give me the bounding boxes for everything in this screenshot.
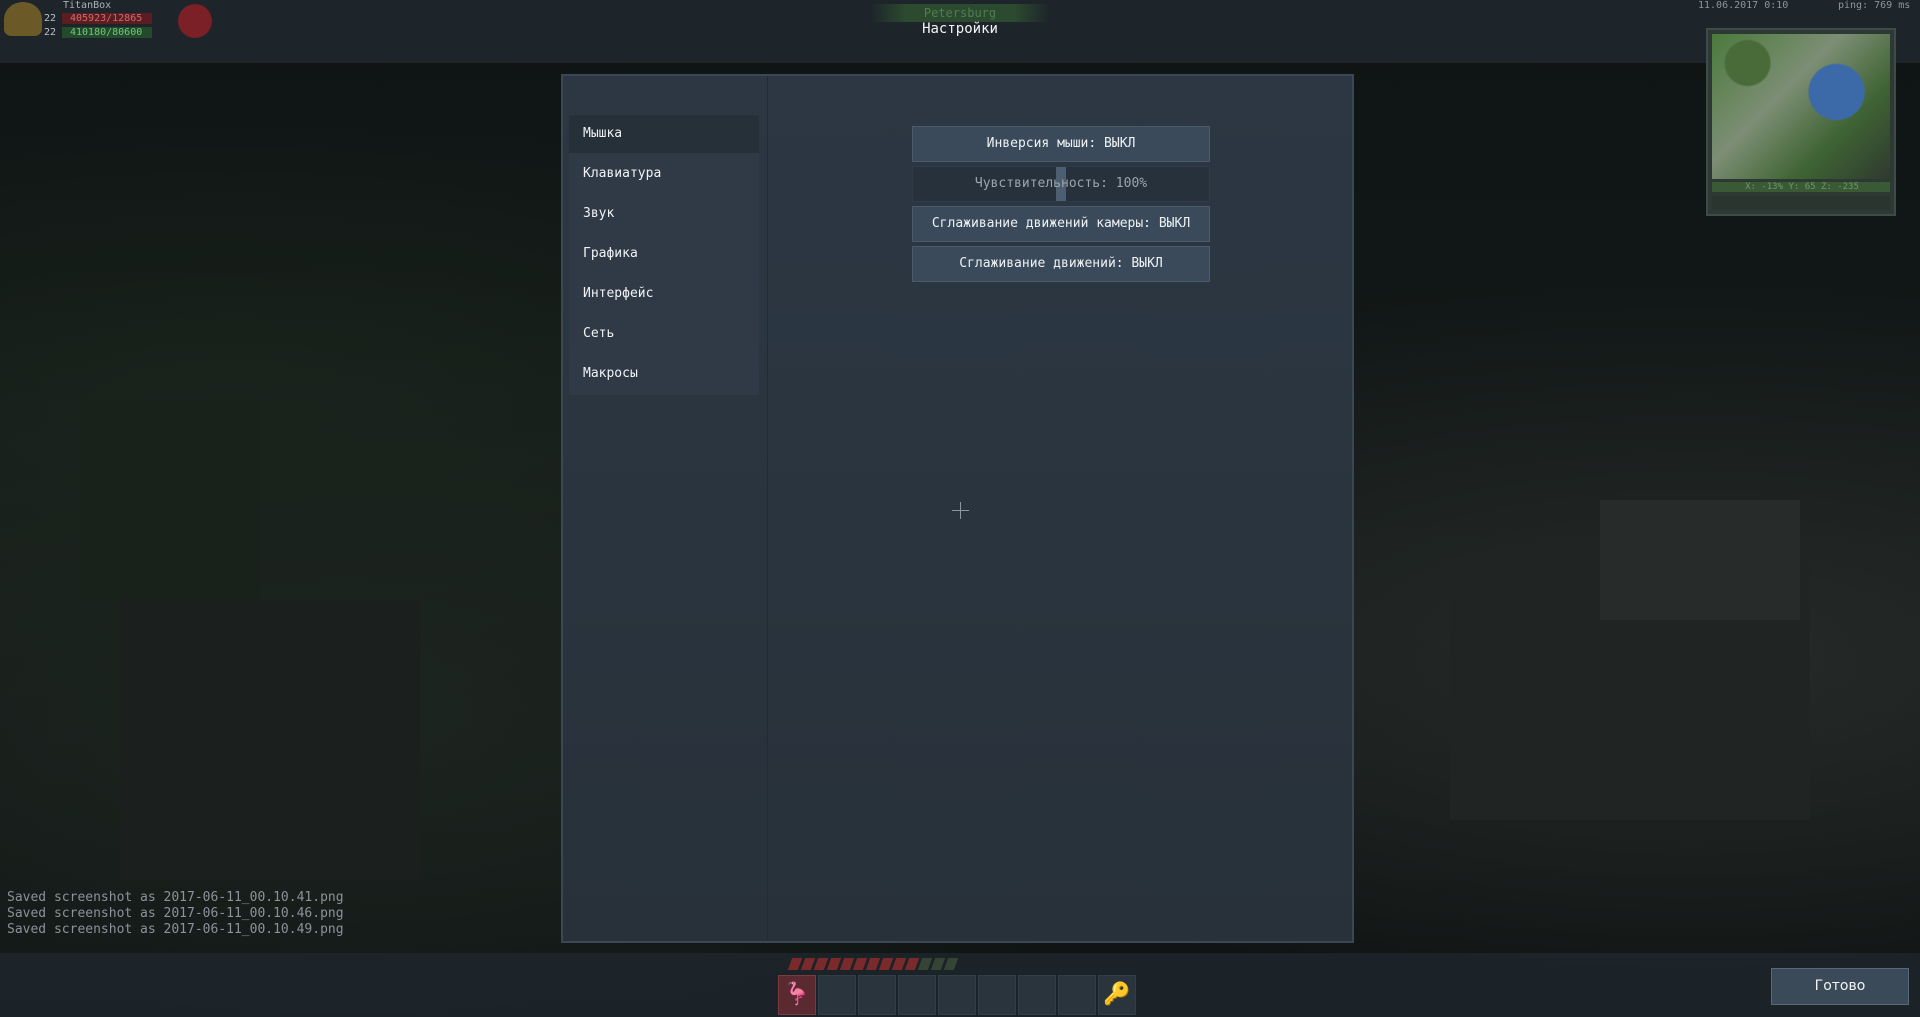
sidebar-item-sound[interactable]: Звук (569, 195, 759, 233)
hotbar: 🦩 🔑 (778, 975, 1136, 1015)
minimap-footer (1712, 196, 1890, 210)
chat-line: Saved screenshot as 2017-06-11_00.10.41.… (7, 890, 344, 905)
world-block (1600, 500, 1800, 620)
health-bar: 405923/12865 (62, 13, 152, 24)
flamingo-icon: 🦩 (783, 982, 811, 1007)
health-segment (930, 958, 946, 970)
sidebar-item-interface[interactable]: Интерфейс (569, 275, 759, 313)
settings-sidebar: Мышка Клавиатура Звук Графика Интерфейс … (569, 115, 759, 395)
health-segment (852, 958, 868, 970)
sensitivity-slider[interactable]: Чувствительность: 100% (912, 166, 1210, 202)
page-title: Настройки (922, 21, 998, 37)
sidebar-item-keyboard[interactable]: Клавиатура (569, 155, 759, 193)
world-block (80, 400, 260, 600)
sidebar-item-mouse[interactable]: Мышка (569, 115, 759, 153)
health-segment (839, 958, 855, 970)
panel-divider (767, 76, 768, 941)
invert-mouse-button[interactable]: Инверсия мыши: ВЫКЛ (912, 126, 1210, 162)
player-name: TitanBox (63, 0, 112, 11)
ping-readout: ping: 769 ms (1838, 0, 1911, 11)
minimap-coords: X: -13% Y: 65 Z: -235 (1745, 182, 1859, 192)
player-badge-icon (178, 4, 212, 38)
sidebar-item-graphics[interactable]: Графика (569, 235, 759, 273)
camera-smoothing-button[interactable]: Сглаживание движений камеры: ВЫКЛ (912, 206, 1210, 242)
health-segment (943, 958, 959, 970)
health-strip (787, 958, 980, 970)
key-icon: 🔑 (1103, 982, 1131, 1007)
done-button[interactable]: Готово (1771, 968, 1909, 1005)
hotbar-slot[interactable]: 🦩 (778, 975, 816, 1015)
hotbar-slot[interactable]: 🔑 (1098, 975, 1136, 1015)
hotbar-slot[interactable] (898, 975, 936, 1015)
hotbar-slot[interactable] (938, 975, 976, 1015)
health-segment (917, 958, 933, 970)
chat-line: Saved screenshot as 2017-06-11_00.10.46.… (7, 906, 344, 921)
helmet-icon (4, 2, 42, 36)
xp-row: 22 410180/80600 (44, 27, 152, 38)
smoothing-button[interactable]: Сглаживание движений: ВЫКЛ (912, 246, 1210, 282)
hotbar-slot[interactable] (858, 975, 896, 1015)
health-level: 22 (44, 13, 57, 24)
health-row: 22 405923/12865 (44, 13, 152, 24)
minimap: X: -13% Y: 65 Z: -235 (1706, 28, 1896, 216)
health-segment (787, 958, 803, 970)
server-name: Petersburg (870, 4, 1050, 22)
chat-line: Saved screenshot as 2017-06-11_00.10.49.… (7, 922, 344, 937)
hotbar-slot[interactable] (978, 975, 1016, 1015)
health-segment (865, 958, 881, 970)
health-segment (813, 958, 829, 970)
world-block (120, 600, 420, 880)
health-segment (891, 958, 907, 970)
health-segment (826, 958, 842, 970)
sidebar-item-macros[interactable]: Макросы (569, 355, 759, 393)
health-segment (904, 958, 920, 970)
health-segment (878, 958, 894, 970)
top-hud-bar: TitanBox 22 405923/12865 22 410180/80600… (0, 0, 1920, 63)
sidebar-item-network[interactable]: Сеть (569, 315, 759, 353)
chat-log: Saved screenshot as 2017-06-11_00.10.41.… (7, 890, 344, 938)
hotbar-slot[interactable] (1018, 975, 1056, 1015)
sensitivity-label: Чувствительность: 100% (974, 176, 1148, 191)
crosshair-icon (952, 502, 969, 519)
datetime: 11.06.2017 0:10 (1698, 0, 1789, 11)
xp-level: 22 (44, 27, 57, 38)
health-segment (800, 958, 816, 970)
xp-bar: 410180/80600 (62, 27, 152, 38)
hotbar-slot[interactable] (1058, 975, 1096, 1015)
hotbar-slot[interactable] (818, 975, 856, 1015)
minimap-view (1712, 34, 1890, 179)
